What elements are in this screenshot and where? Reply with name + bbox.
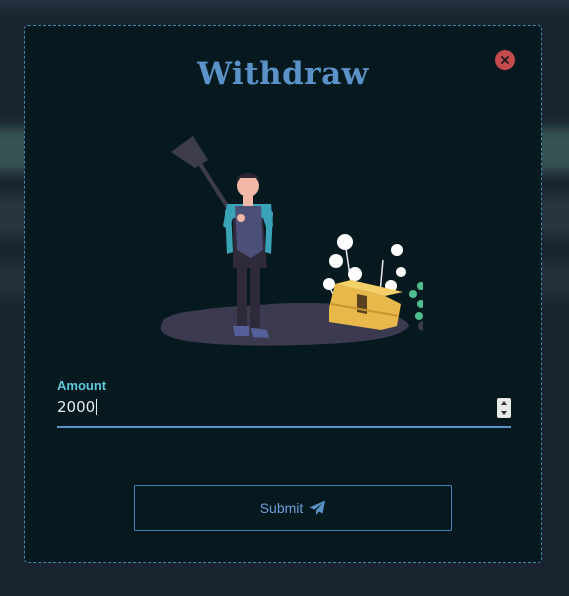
modal-title: Withdraw [197, 56, 369, 92]
stepper-down-icon[interactable] [501, 411, 507, 415]
amount-stepper[interactable] [497, 398, 511, 418]
close-icon [501, 56, 509, 64]
paper-plane-icon [309, 500, 326, 515]
text-caret [96, 399, 98, 415]
amount-value[interactable]: 2000 [57, 398, 98, 416]
close-button[interactable] [495, 50, 515, 70]
stepper-up-icon[interactable] [501, 401, 507, 405]
amount-label: Amount [57, 378, 107, 393]
backdrop-band [0, 0, 569, 8]
submit-button[interactable]: Submit [134, 485, 452, 531]
treasure-hunter-illustration [160, 136, 423, 346]
submit-label: Submit [259, 500, 304, 516]
withdraw-modal: Withdraw Amount 2000 Submit [24, 25, 542, 563]
amount-input[interactable]: 2000 [57, 398, 511, 428]
